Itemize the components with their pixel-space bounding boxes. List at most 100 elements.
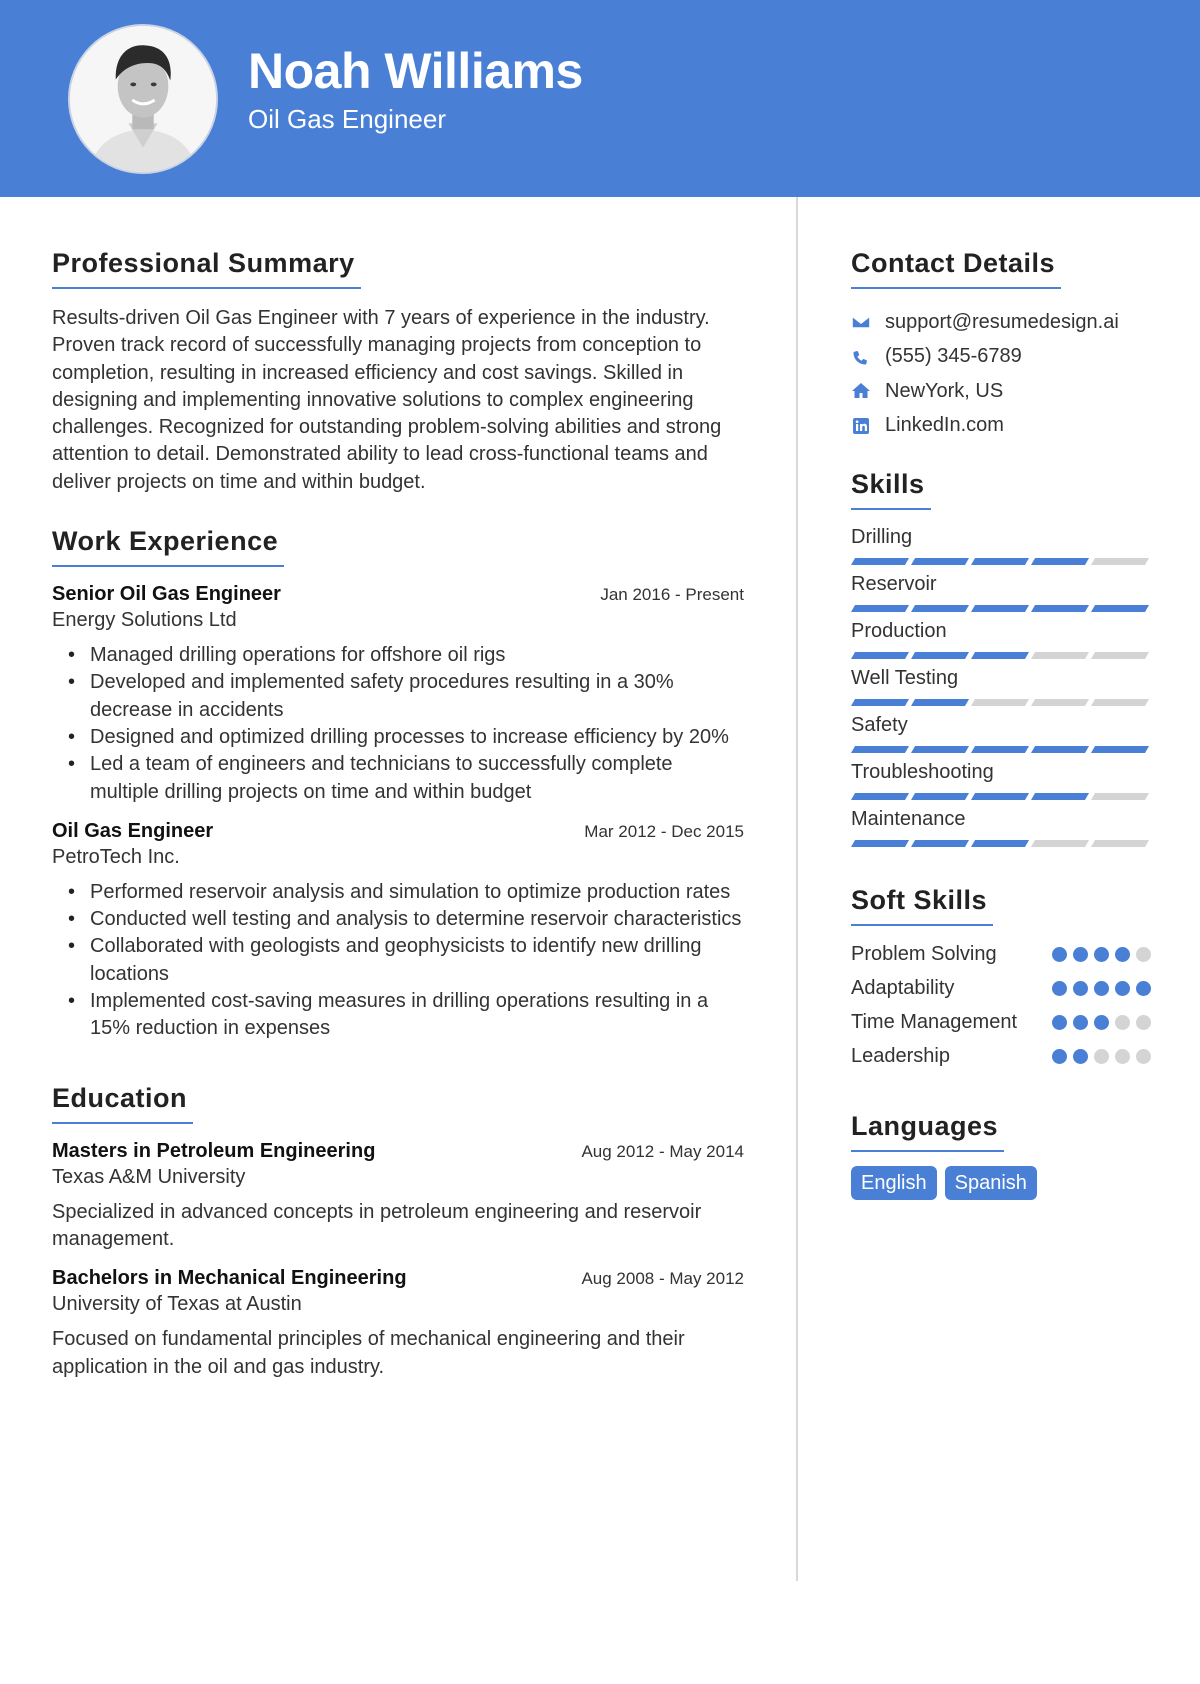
education-section: Education Masters in Petroleum Engineeri… bbox=[52, 1083, 744, 1381]
education-description: Focused on fundamental principles of mec… bbox=[52, 1328, 685, 1378]
skill-segment-filled bbox=[1031, 558, 1090, 565]
contact-text: NewYork, US bbox=[885, 379, 1004, 402]
soft-skill-name: Leadership bbox=[851, 1045, 950, 1067]
skill-segment-filled bbox=[911, 746, 970, 753]
rating-dot-empty bbox=[1115, 1015, 1130, 1030]
language-tag: Spanish bbox=[944, 1166, 1037, 1200]
school-name: University of Texas at Austin bbox=[52, 1293, 302, 1316]
rating-dot-filled bbox=[1094, 947, 1109, 962]
skill-segment-empty bbox=[971, 699, 1030, 706]
contact-list: support@resumedesign.ai (555) 345-6789 N… bbox=[851, 305, 1151, 443]
section-heading: Soft Skills bbox=[851, 885, 994, 926]
rating-dot-filled bbox=[1115, 981, 1130, 996]
bullet-item: Implemented cost-saving measures in dril… bbox=[66, 988, 744, 1043]
column-divider bbox=[796, 197, 798, 1581]
skill-segment-filled bbox=[851, 558, 910, 565]
soft-skill-rating bbox=[1052, 974, 1151, 996]
skill-name: Maintenance bbox=[851, 808, 966, 830]
skill-segment-empty bbox=[1091, 652, 1150, 659]
school-name: Texas A&M University bbox=[52, 1165, 246, 1188]
soft-skill-name: Time Management bbox=[851, 1011, 1017, 1033]
profile-photo bbox=[68, 24, 218, 174]
bullet-item: Developed and implemented safety procedu… bbox=[66, 669, 744, 724]
soft-skill-rating bbox=[1052, 1008, 1151, 1030]
phone-icon bbox=[851, 347, 871, 367]
skill-item: Production bbox=[851, 618, 1151, 659]
rating-dot-filled bbox=[1052, 1049, 1067, 1064]
job-bullets: Managed drilling operations for offshore… bbox=[52, 642, 744, 806]
linkedin-icon bbox=[851, 416, 871, 436]
section-heading: Professional Summary bbox=[52, 248, 361, 289]
skill-segment-filled bbox=[1091, 746, 1150, 753]
home-icon bbox=[851, 381, 871, 401]
bullet-item: Collaborated with geologists and geophys… bbox=[66, 933, 744, 988]
education-entry: Masters in Petroleum Engineering Aug 201… bbox=[52, 1140, 744, 1254]
skill-name: Safety bbox=[851, 714, 908, 736]
bullet-item: Designed and optimized drilling processe… bbox=[66, 724, 744, 752]
contact-linkedin[interactable]: LinkedIn.com bbox=[851, 409, 1151, 444]
skill-segment-filled bbox=[1031, 746, 1090, 753]
soft-skill-item: Time Management bbox=[851, 1008, 1151, 1037]
soft-skill-item: Leadership bbox=[851, 1042, 1151, 1071]
skill-segment-filled bbox=[911, 605, 970, 612]
degree-title: Bachelors in Mechanical Engineering bbox=[52, 1267, 407, 1290]
skill-segment-filled bbox=[911, 652, 970, 659]
job-bullets: Performed reservoir analysis and simulat… bbox=[52, 879, 744, 1043]
skill-segment-filled bbox=[971, 793, 1030, 800]
rating-dot-filled bbox=[1073, 947, 1088, 962]
skill-item: Troubleshooting bbox=[851, 759, 1151, 800]
bullet-item: Performed reservoir analysis and simulat… bbox=[66, 879, 744, 907]
skill-segment-filled bbox=[851, 840, 910, 847]
contact-text: (555) 345-6789 bbox=[885, 345, 1022, 368]
skill-level-bar bbox=[851, 652, 1151, 659]
rating-dot-filled bbox=[1052, 1015, 1067, 1030]
job-date: Mar 2012 - Dec 2015 bbox=[584, 821, 744, 841]
section-heading: Contact Details bbox=[851, 248, 1062, 289]
job-company: PetroTech Inc. bbox=[52, 845, 180, 868]
education-date: Aug 2012 - May 2014 bbox=[581, 1141, 744, 1161]
job-title: Senior Oil Gas Engineer bbox=[52, 583, 281, 606]
skill-segment-empty bbox=[1031, 699, 1090, 706]
rating-dot-empty bbox=[1136, 1049, 1151, 1064]
job-title: Oil Gas Engineer bbox=[52, 819, 214, 842]
skill-segment-filled bbox=[911, 840, 970, 847]
contact-email[interactable]: support@resumedesign.ai bbox=[851, 305, 1151, 340]
skill-segment-filled bbox=[911, 558, 970, 565]
contact-section: Contact Details support@resumedesign.ai … bbox=[851, 248, 1151, 443]
job-entry: Oil Gas Engineer Mar 2012 - Dec 2015 Pet… bbox=[52, 820, 744, 1043]
rating-dot-empty bbox=[1115, 1049, 1130, 1064]
skill-name: Reservoir bbox=[851, 573, 937, 595]
skill-segment-filled bbox=[851, 699, 910, 706]
skills-list: Drilling Reservoir Production Well Testing S… bbox=[851, 524, 1151, 847]
contact-text: support@resumedesign.ai bbox=[885, 310, 1119, 333]
soft-skill-name: Problem Solving bbox=[851, 943, 997, 965]
section-heading: Work Experience bbox=[52, 526, 285, 568]
section-heading: Languages bbox=[851, 1111, 1005, 1152]
skill-name: Well Testing bbox=[851, 667, 959, 689]
summary-text: Results-driven Oil Gas Engineer with 7 y… bbox=[52, 307, 722, 493]
education-entry: Bachelors in Mechanical Engineering Aug … bbox=[52, 1267, 744, 1381]
skill-item: Drilling bbox=[851, 524, 1151, 565]
language-tags: English Spanish bbox=[851, 1166, 1151, 1200]
rating-dot-filled bbox=[1136, 981, 1151, 996]
skill-segment-filled bbox=[971, 652, 1030, 659]
rating-dot-filled bbox=[1094, 981, 1109, 996]
soft-skill-name: Adaptability bbox=[851, 977, 955, 999]
skill-segment-filled bbox=[851, 793, 910, 800]
soft-skill-item: Problem Solving bbox=[851, 940, 1151, 969]
skill-segment-empty bbox=[1091, 793, 1150, 800]
bullet-item: Managed drilling operations for offshore… bbox=[66, 642, 744, 670]
skill-segment-filled bbox=[971, 558, 1030, 565]
job-entry: Senior Oil Gas Engineer Jan 2016 - Prese… bbox=[52, 583, 744, 806]
skill-segment-filled bbox=[971, 746, 1030, 753]
contact-location: NewYork, US bbox=[851, 374, 1151, 409]
summary-section: Professional Summary Results-driven Oil … bbox=[52, 248, 744, 496]
soft-skill-rating bbox=[1052, 1042, 1151, 1064]
education-description: Specialized in advanced concepts in petr… bbox=[52, 1200, 702, 1250]
skill-segment-empty bbox=[1091, 558, 1150, 565]
contact-phone[interactable]: (555) 345-6789 bbox=[851, 340, 1151, 375]
job-company: Energy Solutions Ltd bbox=[52, 609, 237, 632]
languages-section: Languages English Spanish bbox=[851, 1111, 1151, 1200]
candidate-name: Noah Williams bbox=[248, 43, 583, 99]
skill-item: Maintenance bbox=[851, 806, 1151, 847]
